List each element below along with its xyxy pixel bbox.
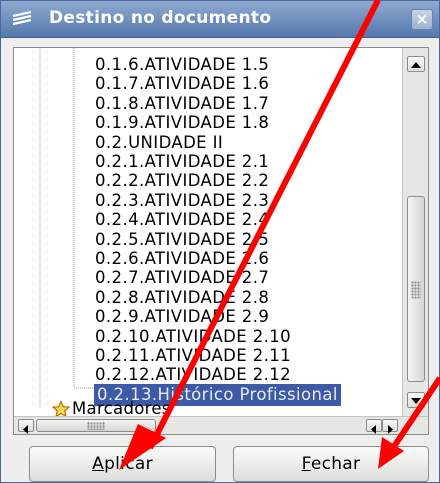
apply-access-key: A <box>92 454 105 474</box>
window-menu-icon[interactable] <box>11 11 33 27</box>
scroll-up-button[interactable] <box>407 56 425 72</box>
grip-icon <box>411 281 421 299</box>
apply-label-rest: plicar <box>104 454 153 474</box>
arrow-left-icon <box>23 425 28 434</box>
destination-tree[interactable]: 0.1.6.ATIVIDADE 1.5 0.1.7.ATIVIDADE 1.6 0.… <box>13 47 429 435</box>
horizontal-scrollbar[interactable] <box>14 416 428 434</box>
close-icon: × <box>415 10 429 28</box>
close-window-button[interactable]: × <box>411 9 433 30</box>
close-access-key: F <box>301 454 311 474</box>
close-button[interactable]: Fechar <box>233 446 429 482</box>
scroll-left-button-secondary[interactable] <box>366 419 382 434</box>
dialog-title: Destino no documento <box>49 8 272 28</box>
arrow-left-icon <box>371 425 376 434</box>
scroll-down-button[interactable] <box>407 392 425 408</box>
scroll-right-button[interactable] <box>382 419 398 434</box>
vertical-scrollbar[interactable] <box>402 48 428 416</box>
horizontal-scroll-thumb[interactable] <box>36 419 156 432</box>
apply-button[interactable]: Aplicar <box>29 446 216 482</box>
scroll-left-button[interactable] <box>18 419 34 434</box>
navigator-dialog: Destino no documento × 0.1.6.ATIVIDADE 1… <box>0 0 440 483</box>
vertical-scroll-thumb[interactable] <box>407 196 425 382</box>
close-label-rest: echar <box>310 454 361 474</box>
arrow-up-icon <box>411 62 421 68</box>
arrow-right-icon <box>388 425 393 434</box>
arrow-down-icon <box>411 398 421 404</box>
titlebar[interactable]: Destino no documento × <box>1 1 439 38</box>
grip-icon <box>87 422 105 430</box>
